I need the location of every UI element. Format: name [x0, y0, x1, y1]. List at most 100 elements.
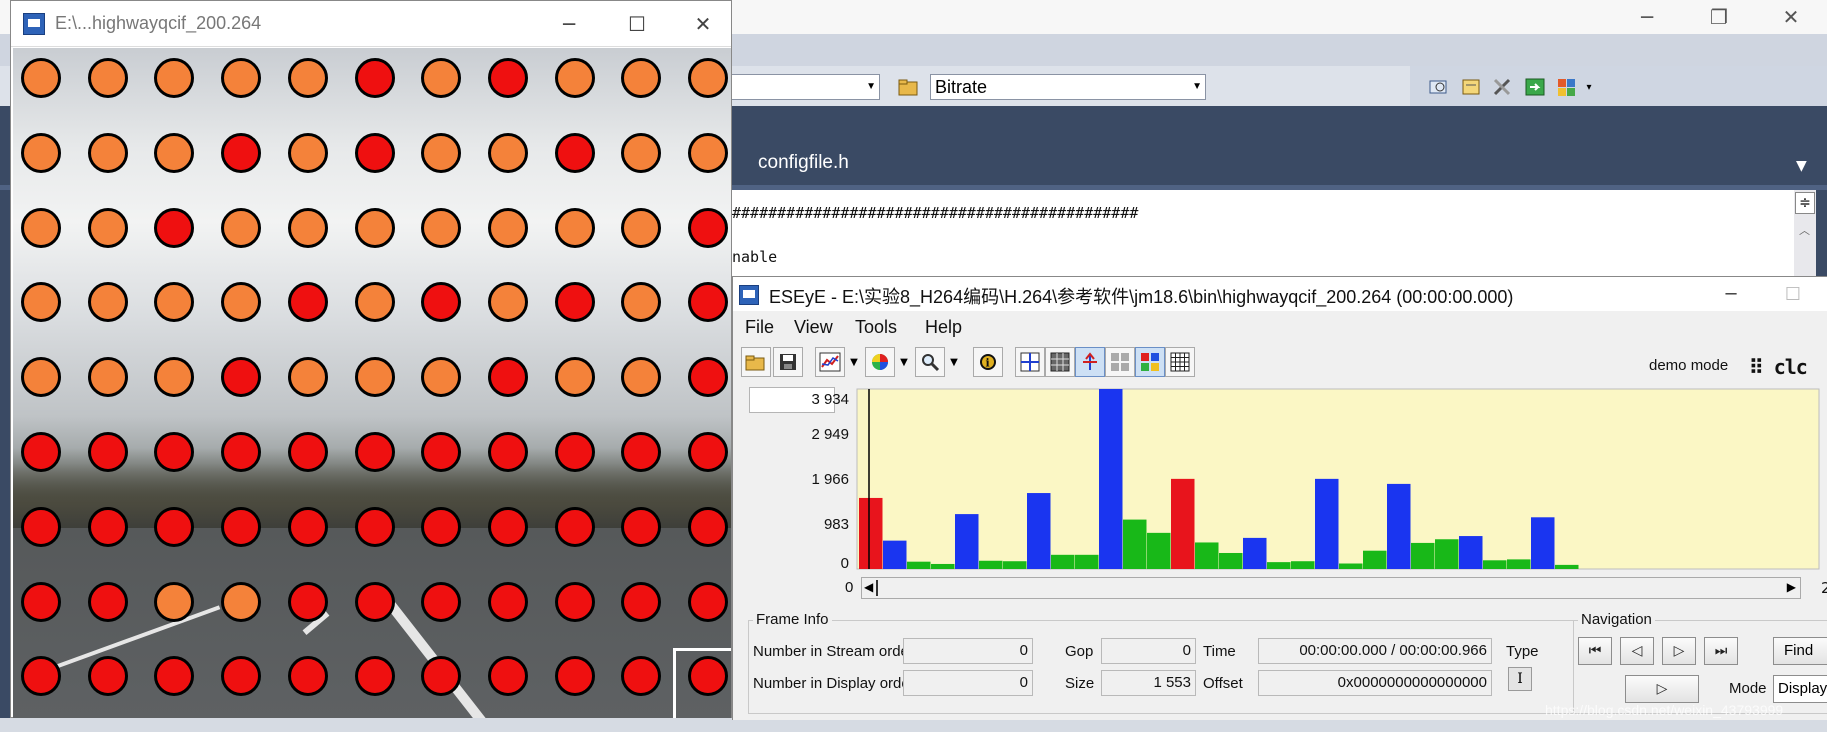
macroblock-dot: [355, 656, 395, 696]
ide-target-combo[interactable]: Bitrate ▼: [930, 74, 1206, 100]
export-icon[interactable]: [1522, 74, 1548, 100]
y-tick-label: 3 934: [811, 391, 849, 408]
tab-list-dropdown-icon[interactable]: ▼: [1796, 158, 1807, 174]
split-view-icon[interactable]: ≑: [1795, 192, 1815, 214]
chevron-down-icon[interactable]: ▼: [946, 347, 962, 377]
macroblock-dot: [421, 133, 461, 173]
macroblock-dot: [355, 133, 395, 173]
macroblock-dot: [555, 582, 595, 622]
bitrate-bar: [1099, 389, 1123, 569]
first-frame-button[interactable]: ⏮: [1578, 637, 1612, 665]
macroblock-dot: [621, 656, 661, 696]
scroll-up-icon[interactable]: ︿: [1799, 222, 1810, 238]
bitrate-chart-svg: 3 934 2 949 1 966 983 0: [811, 388, 1820, 572]
find-button[interactable]: Find: [1773, 637, 1827, 665]
chart-horizontal-scrollbar[interactable]: ◀ ▶: [861, 577, 1801, 599]
eseye-minimize-button[interactable]: ─: [1701, 277, 1761, 311]
macroblock-dot: [555, 507, 595, 547]
find-icon[interactable]: [1426, 74, 1452, 100]
macroblock-dot: [221, 208, 261, 248]
video-player-window[interactable]: E:\...highwayqcif_200.264 ─ ☐ ✕: [10, 0, 732, 718]
zoom-icon[interactable]: [915, 347, 945, 377]
macroblock-dot: [421, 208, 461, 248]
macroblock-dot: [154, 507, 194, 547]
next-frame-button[interactable]: ▷: [1662, 637, 1696, 665]
video-minimize-button[interactable]: ─: [549, 7, 589, 41]
previous-frame-button[interactable]: ◁: [1620, 637, 1654, 665]
layout-icon[interactable]: [1554, 74, 1580, 100]
editor-scrollbar[interactable]: ≑ ︿: [1794, 190, 1816, 280]
bitrate-bar: [1435, 539, 1459, 569]
macroblock-dot: [488, 357, 528, 397]
mode-label: Mode: [1729, 680, 1767, 697]
chevron-down-icon[interactable]: ▼: [846, 347, 862, 377]
chevron-down-icon: ▼: [1192, 81, 1202, 92]
macroblock-dot: [621, 432, 661, 472]
info-icon[interactable]: i: [973, 347, 1003, 377]
macroblock-dot: [688, 133, 728, 173]
tools-icon[interactable]: [1490, 74, 1516, 100]
ide-minimize-button[interactable]: ─: [1611, 0, 1683, 34]
macroblock-dot: [154, 208, 194, 248]
open-folder-icon[interactable]: [896, 74, 922, 100]
video-maximize-button[interactable]: ☐: [617, 7, 657, 41]
grid-lines-icon[interactable]: [1015, 347, 1045, 377]
scroll-right-icon[interactable]: ▶: [1787, 580, 1796, 594]
macroblock-dot: [688, 282, 728, 322]
gop-value: 0: [1101, 638, 1196, 664]
bitrate-chart[interactable]: 3 934 2 949 1 966 983 0: [733, 381, 1827, 577]
bitrate-bar: [1363, 550, 1387, 569]
mode-select[interactable]: Display: [1773, 675, 1827, 703]
ide-restore-button[interactable]: ❐: [1683, 0, 1755, 34]
fine-grid-icon[interactable]: [1165, 347, 1195, 377]
bitrate-bar: [1483, 560, 1507, 569]
x-axis-end-label: 2: [1821, 579, 1827, 597]
chevron-down-icon[interactable]: ▼: [896, 347, 912, 377]
mb-type-color-icon[interactable]: [1135, 347, 1165, 377]
macroblock-dot: [355, 432, 395, 472]
open-folder-icon[interactable]: [741, 347, 771, 377]
toolbar-overflow-icon[interactable]: ▾: [1582, 74, 1596, 100]
macroblock-dot: [555, 656, 595, 696]
menu-help[interactable]: Help: [925, 317, 962, 338]
eseye-maximize-button[interactable]: ☐: [1763, 277, 1823, 311]
scroll-thumb[interactable]: [876, 580, 878, 596]
macroblock-dot: [355, 208, 395, 248]
scroll-left-icon[interactable]: ◀: [864, 580, 873, 594]
graph-icon[interactable]: [815, 347, 845, 377]
tab-configfile[interactable]: configfile.h: [758, 152, 849, 174]
video-close-button[interactable]: ✕: [683, 7, 723, 41]
macroblock-dot: [88, 282, 128, 322]
ide-close-button[interactable]: ✕: [1755, 0, 1827, 34]
properties-icon[interactable]: [1458, 74, 1484, 100]
ide-config-combo[interactable]: ▼: [730, 74, 880, 100]
motion-vector-icon[interactable]: [1075, 347, 1105, 377]
play-button[interactable]: ▷: [1625, 675, 1699, 703]
color-wheel-icon[interactable]: [865, 347, 895, 377]
video-window-title: E:\...highwayqcif_200.264: [55, 13, 262, 33]
menu-view[interactable]: View: [794, 317, 833, 338]
code-editor[interactable]: ########################################…: [732, 190, 1794, 280]
y-tick-label: 0: [841, 555, 849, 572]
save-icon[interactable]: [773, 347, 803, 377]
bitrate-bar: [1459, 536, 1483, 569]
eseye-window[interactable]: ESEyE - E:\实验8_H264编码\H.264\参考软件\jm18.6\…: [732, 276, 1827, 720]
macroblock-dot: [621, 282, 661, 322]
macroblock-dot: [221, 432, 261, 472]
last-frame-button[interactable]: ⏭: [1704, 637, 1738, 665]
macroblock-dot: [21, 208, 61, 248]
video-titlebar: E:\...highwayqcif_200.264 ─ ☐ ✕: [11, 1, 731, 47]
menu-file[interactable]: File: [745, 317, 774, 338]
bitrate-bar: [1027, 493, 1051, 569]
macroblock-grid-icon[interactable]: [1105, 347, 1135, 377]
menu-tools[interactable]: Tools: [855, 317, 897, 338]
macroblock-dot: [621, 582, 661, 622]
macroblock-dot: [421, 58, 461, 98]
macroblock-dot: [488, 582, 528, 622]
skip-to-start-icon: ⏮: [1588, 643, 1602, 659]
macroblock-dot: [88, 133, 128, 173]
macroblock-dot: [21, 582, 61, 622]
table-icon[interactable]: [1045, 347, 1075, 377]
macroblock-dot: [88, 582, 128, 622]
macroblock-dot: [88, 357, 128, 397]
